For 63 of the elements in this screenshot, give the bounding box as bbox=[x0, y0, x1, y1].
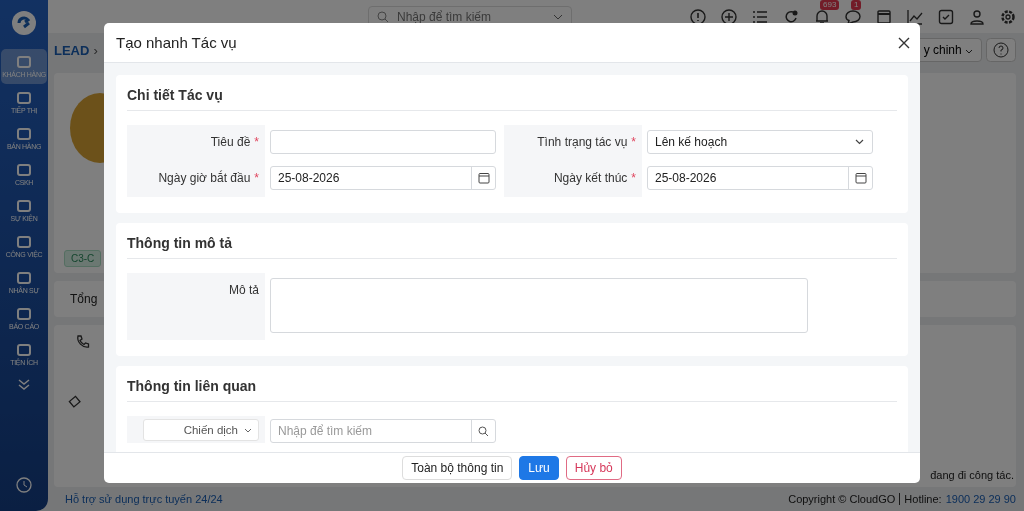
square-icon bbox=[16, 271, 32, 285]
square-icon bbox=[16, 127, 32, 141]
lookup-field[interactable]: Nhập để tìm kiếm bbox=[270, 419, 496, 443]
section-title: Chi tiết Tác vụ bbox=[127, 75, 897, 111]
plus-icon[interactable] bbox=[721, 8, 737, 25]
hotline-label: Hotline: bbox=[904, 493, 942, 505]
copyright-text: Copyright © CloudGO bbox=[788, 493, 901, 505]
caret-icon bbox=[965, 49, 973, 54]
calendar-icon[interactable] bbox=[876, 8, 892, 25]
support-link[interactable]: Hỗ trợ sử dụng trực tuyến 24/24 bbox=[65, 493, 223, 505]
field-label: Ngày kết thúc * bbox=[553, 170, 636, 185]
square-icon bbox=[16, 199, 32, 213]
calendar-icon[interactable] bbox=[854, 172, 867, 184]
tab[interactable]: Tổng bbox=[70, 292, 98, 306]
close-icon[interactable] bbox=[898, 36, 910, 49]
clock-icon[interactable] bbox=[16, 477, 32, 493]
message-count: 1 bbox=[851, 0, 862, 10]
hotline-number[interactable]: 1900 29 29 90 bbox=[945, 493, 1016, 505]
chat-icon[interactable] bbox=[845, 8, 861, 25]
status-tag: C3-C bbox=[64, 250, 102, 267]
square-icon bbox=[16, 235, 32, 249]
checkbox-icon[interactable] bbox=[938, 8, 954, 25]
modal-title: Tạo nhanh Tác vụ bbox=[116, 34, 237, 51]
list-icon[interactable] bbox=[752, 8, 768, 25]
info-icon[interactable] bbox=[690, 8, 706, 25]
breadcrumb-link[interactable]: LEAD bbox=[54, 42, 90, 58]
notification-count: 693 bbox=[820, 0, 840, 10]
square-icon bbox=[16, 91, 32, 105]
chevron-down-icon[interactable] bbox=[17, 379, 31, 391]
field-type-select[interactable]: Chiến dịch bbox=[142, 419, 259, 441]
section-title: Thông tin liên quan bbox=[127, 366, 897, 402]
text-field[interactable] bbox=[270, 130, 496, 154]
dialog-button[interactable]: Lưu bbox=[519, 456, 559, 480]
square-icon bbox=[16, 307, 32, 321]
activity-note: đang đi công tác. bbox=[930, 469, 1014, 481]
user-icon[interactable] bbox=[969, 8, 985, 25]
dialog-button[interactable]: Hủy bỏ bbox=[565, 456, 622, 480]
field-label: Tình trạng tác vụ * bbox=[537, 134, 636, 149]
settings-icon[interactable] bbox=[1000, 8, 1016, 25]
bell-icon[interactable] bbox=[814, 8, 830, 25]
breadcrumb-separator: › bbox=[93, 42, 98, 58]
search-icon[interactable] bbox=[478, 425, 489, 437]
field-label: Ngày giờ bắt đầu * bbox=[158, 169, 259, 185]
square-icon bbox=[16, 343, 32, 357]
description-field[interactable] bbox=[270, 278, 808, 333]
logo-icon bbox=[11, 10, 37, 36]
help-icon[interactable] bbox=[986, 38, 1016, 62]
refresh-icon[interactable] bbox=[783, 8, 799, 25]
status-select[interactable]: Lên kế hoạch bbox=[647, 130, 873, 154]
date-field[interactable]: 25-08-2026 bbox=[647, 166, 873, 190]
square-icon bbox=[16, 163, 32, 177]
field-label: Mô tả bbox=[229, 282, 259, 297]
section-title: Thông tin mô tả bbox=[127, 223, 897, 259]
date-field[interactable]: 25-08-2026 bbox=[270, 166, 496, 190]
caret-icon bbox=[855, 139, 864, 145]
phone-icon[interactable] bbox=[76, 335, 90, 349]
calendar-icon[interactable] bbox=[477, 172, 490, 184]
field-label: Tiêu đề * bbox=[210, 134, 259, 149]
search-icon bbox=[377, 10, 389, 23]
square-icon bbox=[16, 55, 32, 69]
caret-icon bbox=[553, 13, 563, 20]
caret-icon bbox=[244, 427, 252, 433]
dialog-button[interactable]: Toàn bộ thông tin bbox=[402, 456, 513, 480]
